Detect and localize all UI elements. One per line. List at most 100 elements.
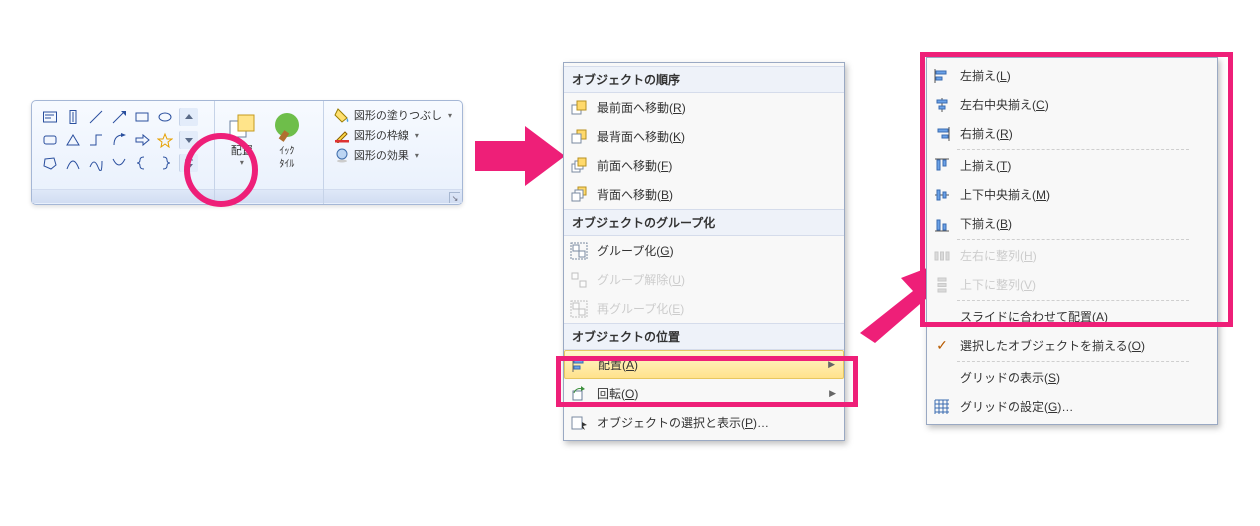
shape-vtext[interactable]: [64, 108, 82, 126]
sub-align-center[interactable]: 左右中央揃え(C): [927, 90, 1217, 119]
gallery-up[interactable]: [179, 108, 198, 126]
backward-icon: [567, 183, 591, 207]
arrange-icon: [226, 111, 258, 143]
quick-styles-label: ｲｯｸﾀｲﾙ: [279, 145, 294, 171]
shape-rightarrow[interactable]: [133, 131, 151, 149]
align-center-label: 左右中央揃え(C): [960, 96, 1209, 113]
arrange-label: 配置: [231, 145, 253, 158]
shape-arrow[interactable]: [110, 108, 128, 126]
show-grid-label: グリッドの表示(S): [960, 369, 1209, 386]
effects-label: 図形の効果: [354, 147, 409, 163]
shape-elbow[interactable]: [87, 131, 105, 149]
forward-label: 前面へ移動(F): [597, 157, 836, 174]
dist-v-icon: [930, 273, 954, 297]
group-label: グループ化(G): [597, 242, 836, 259]
shape-brace-l[interactable]: [133, 154, 151, 172]
rotate-submenu-indicator: ▶: [829, 388, 836, 399]
dist-h-label: 左右に整列(H): [960, 247, 1209, 264]
align-right-icon: [930, 122, 954, 146]
menu-forward[interactable]: 前面へ移動(F): [564, 151, 844, 180]
shape-triangle[interactable]: [64, 131, 82, 149]
align-top-label: 上揃え(T): [960, 157, 1209, 174]
arrange-drop: ▾: [240, 158, 244, 167]
shape-arc[interactable]: [64, 154, 82, 172]
selpane-icon: [567, 411, 591, 435]
menu-regroup: 再グループ化(E): [564, 294, 844, 323]
menu-group[interactable]: グループ化(G): [564, 236, 844, 265]
bring-front-label: 最前面へ移動(R): [597, 99, 836, 116]
sub-align-right[interactable]: 右揃え(R): [927, 119, 1217, 148]
shape-curve2[interactable]: [110, 154, 128, 172]
shape-roundrect[interactable]: [41, 131, 59, 149]
quick-styles-button[interactable]: ｲｯｸﾀｲﾙ: [266, 109, 308, 190]
shape-effects-button[interactable]: 図形の効果▾: [334, 147, 452, 163]
shape-curvedarrow[interactable]: [110, 131, 128, 149]
shape-fill-button[interactable]: 図形の塗りつぶし▾: [334, 107, 452, 123]
regroup-icon: [567, 297, 591, 321]
group-icon: [567, 239, 591, 263]
shape-brace-r[interactable]: [156, 154, 174, 172]
menu-selection-pane[interactable]: オブジェクトの選択と表示(P)…: [564, 408, 844, 437]
dist-h-icon: [930, 244, 954, 268]
shape-rect[interactable]: [133, 108, 151, 126]
menu-rotate[interactable]: 回転(O) ▶: [564, 379, 844, 408]
sub-align-middle[interactable]: 上下中央揃え(M): [927, 180, 1217, 209]
align-top-icon: [930, 154, 954, 178]
align-bottom-icon: [930, 212, 954, 236]
outline-icon: [334, 127, 350, 143]
menu-bring-front[interactable]: 最前面へ移動(R): [564, 93, 844, 122]
backward-label: 背面へ移動(B): [597, 186, 836, 203]
align-submenu: 左揃え(L) 左右中央揃え(C) 右揃え(R) 上揃え(T) 上下中央揃え(M)…: [926, 57, 1218, 425]
sub-align-top[interactable]: 上揃え(T): [927, 151, 1217, 180]
send-back-label: 最背面へ移動(K): [597, 128, 836, 145]
align-middle-label: 上下中央揃え(M): [960, 186, 1209, 203]
sel-obj-label: 選択したオブジェクトを揃える(O): [960, 337, 1209, 354]
grid-settings-icon: [930, 395, 954, 419]
shape-outline-button[interactable]: 図形の枠線▾: [334, 127, 452, 143]
shapes-group-label: [32, 189, 214, 203]
align-bottom-label: 下揃え(B): [960, 215, 1209, 232]
sub-to-slide[interactable]: スライドに合わせて配置(A): [927, 302, 1217, 331]
align-submenu-indicator: ▶: [828, 359, 835, 370]
dist-v-label: 上下に整列(V): [960, 276, 1209, 293]
sub-distribute-h: 左右に整列(H): [927, 241, 1217, 270]
shapes-gallery[interactable]: [38, 105, 208, 177]
sub-selected-objects[interactable]: ✓ 選択したオブジェクトを揃える(O): [927, 331, 1217, 360]
align-left-icon: [930, 64, 954, 88]
align-left-label: 左揃え(L): [960, 67, 1209, 84]
shape-line[interactable]: [87, 108, 105, 126]
gallery-down[interactable]: [179, 131, 198, 149]
ribbon-drawing-tools: 配置 ▾ ｲｯｸﾀｲﾙ 図形の塗りつぶし▾ 図形の枠線▾ 図形の効果▾: [31, 100, 463, 205]
fill-label: 図形の塗りつぶし: [354, 107, 442, 123]
shape-textbox[interactable]: [41, 108, 59, 126]
ribbon-group-styles: 配置 ▾ ｲｯｸﾀｲﾙ: [215, 101, 324, 204]
sub-align-left[interactable]: 左揃え(L): [927, 61, 1217, 90]
shape-star[interactable]: [156, 131, 174, 149]
fill-icon: [334, 107, 350, 123]
section-position: オブジェクトの位置: [564, 323, 844, 350]
rotate-label: 回転(O): [597, 385, 823, 402]
shape-freeform[interactable]: [41, 154, 59, 172]
sub-grid-settings[interactable]: グリッドの設定(G)…: [927, 392, 1217, 421]
shape-curve1[interactable]: [87, 154, 105, 172]
menu-align[interactable]: 配置(A) ▶: [564, 350, 844, 379]
menu-ungroup: グループ解除(U): [564, 265, 844, 294]
menu-send-back[interactable]: 最背面へ移動(K): [564, 122, 844, 151]
gallery-more[interactable]: [179, 154, 198, 172]
sub-distribute-v: 上下に整列(V): [927, 270, 1217, 299]
sub-align-bottom[interactable]: 下揃え(B): [927, 209, 1217, 238]
rotate-icon: [567, 382, 591, 406]
arrange-menu: オブジェクトの順序 最前面へ移動(R) 最背面へ移動(K) 前面へ移動(F) 背…: [563, 62, 845, 441]
send-back-icon: [567, 125, 591, 149]
section-order: オブジェクトの順序: [564, 66, 844, 93]
arrange-button[interactable]: 配置 ▾: [221, 109, 263, 190]
show-grid-check: [930, 366, 954, 390]
bring-front-icon: [567, 96, 591, 120]
regroup-label: 再グループ化(E): [597, 300, 836, 317]
effects-icon: [334, 147, 350, 163]
shapestyle-group-label: [324, 189, 462, 203]
shape-ellipse[interactable]: [156, 108, 174, 126]
menu-backward[interactable]: 背面へ移動(B): [564, 180, 844, 209]
sub-show-grid[interactable]: グリッドの表示(S): [927, 363, 1217, 392]
dialog-launcher[interactable]: ↘: [449, 192, 460, 203]
